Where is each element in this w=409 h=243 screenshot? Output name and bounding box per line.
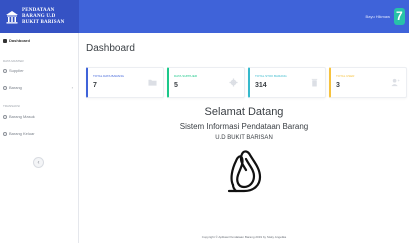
folder-icon: [148, 79, 157, 86]
sidebar-section-master: Data Master: [3, 59, 24, 63]
chevron-right-icon: ›: [71, 85, 73, 90]
user-name[interactable]: Bayu Hikmaw: [366, 14, 390, 19]
dashboard-icon: [3, 38, 7, 43]
user-plus-icon: [391, 78, 400, 87]
welcome-subtitle: Sistem Informasi Pendataan Barang: [179, 122, 309, 131]
welcome-org-name: U.D BUKIT BARISAN: [215, 135, 273, 141]
card-label: Data Supplier: [174, 74, 198, 78]
brand[interactable]: PENDATAAN BARANG U.D BUKIT BARISAN: [0, 0, 79, 33]
sidebar-item-label: Supplier: [9, 68, 24, 73]
sidebar: Dashboard Data Master Supplier Barang › …: [0, 33, 79, 243]
user-menu[interactable]: Bayu Hikmaw 7: [366, 8, 405, 25]
card-total-user: Total User 3: [329, 67, 407, 98]
footer-copyright: Copyright © Aplikasi Pendataan Barang 20…: [201, 235, 287, 239]
card-data-supplier: Data Supplier 5: [167, 67, 245, 98]
sidebar-item-barang-masuk[interactable]: Barang Masuk: [3, 114, 73, 119]
supplier-icon: [3, 68, 7, 73]
main-content: Dashboard Total Data Barang 7 Data Suppl…: [79, 33, 409, 243]
sidebar-item-barang[interactable]: Barang ›: [3, 85, 73, 90]
sidebar-item-label: Barang: [9, 85, 22, 90]
sidebar-item-dashboard[interactable]: Dashboard: [3, 38, 30, 43]
brand-name: PENDATAAN BARANG U.D BUKIT BARISAN: [22, 8, 64, 26]
page-title: Dashboard: [86, 43, 135, 54]
company-logo: [220, 147, 268, 197]
sidebar-item-label: Barang Keluar: [9, 131, 35, 136]
gear-icon: [229, 78, 238, 87]
card-label: Total Stok Barang: [255, 74, 287, 78]
card-total-stok: Total Stok Barang 314: [248, 67, 326, 98]
card-value: 7: [93, 82, 97, 89]
sidebar-item-label: Dashboard: [9, 38, 30, 43]
avatar[interactable]: 7: [394, 8, 405, 25]
sidebar-toggle-button[interactable]: ‹: [33, 157, 44, 168]
avatar-letter: 7: [396, 9, 403, 23]
top-navbar: PENDATAAN BARANG U.D BUKIT BARISAN Bayu …: [0, 0, 409, 33]
sidebar-item-barang-keluar[interactable]: Barang Keluar: [3, 131, 73, 136]
outbox-icon: [3, 131, 7, 136]
inbox-icon: [3, 114, 7, 119]
chevron-left-icon: ‹: [37, 159, 40, 166]
sidebar-item-supplier[interactable]: Supplier: [3, 68, 73, 73]
card-value: 3: [336, 82, 340, 89]
card-label: Total Data Barang: [93, 74, 125, 78]
welcome-title: Selamat Datang: [204, 106, 284, 118]
card-label: Total User: [336, 74, 355, 78]
sidebar-section-transaksi: Transaksi: [3, 104, 21, 108]
card-total-barang: Total Data Barang 7: [86, 67, 164, 98]
trash-icon: [311, 78, 318, 87]
card-value: 314: [255, 82, 267, 89]
box-icon: [3, 85, 7, 90]
brand-line-3: BUKIT BARISAN: [22, 19, 65, 25]
sidebar-item-label: Barang Masuk: [9, 114, 35, 119]
building-icon: [6, 10, 18, 24]
card-value: 5: [174, 82, 178, 89]
